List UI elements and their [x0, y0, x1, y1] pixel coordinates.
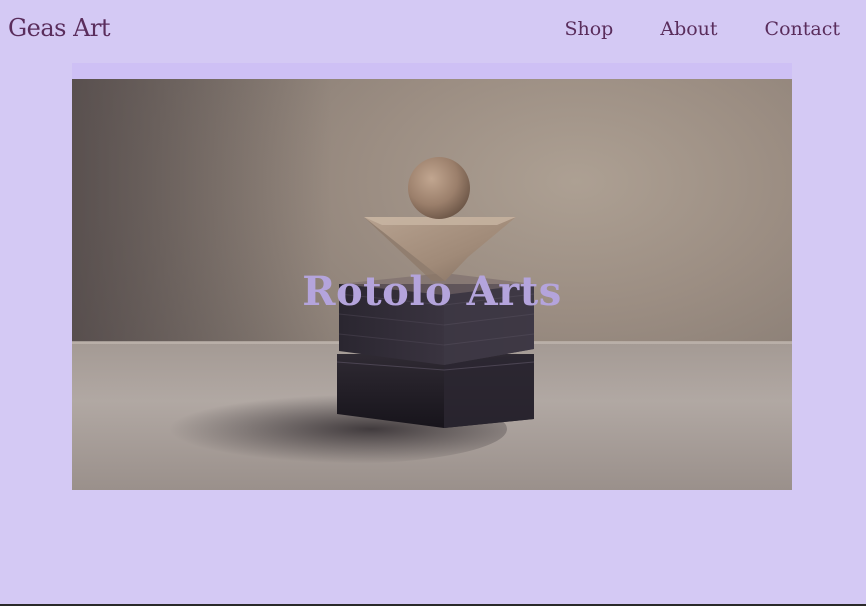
nav-link-about[interactable]: About [660, 18, 717, 40]
main-nav: Shop About Contact [564, 18, 840, 40]
nav-link-contact[interactable]: Contact [765, 18, 840, 40]
site-header: Geas Art Shop About Contact [0, 0, 866, 62]
wooden-sphere [408, 157, 470, 219]
hero-title: Rotolo Arts [302, 267, 562, 315]
lower-block [336, 354, 535, 428]
nav-link-shop[interactable]: Shop [564, 18, 613, 40]
site-logo[interactable]: Geas Art [8, 14, 111, 42]
hero-top-band [72, 63, 792, 79]
hero-banner: Rotolo Arts [72, 79, 792, 490]
